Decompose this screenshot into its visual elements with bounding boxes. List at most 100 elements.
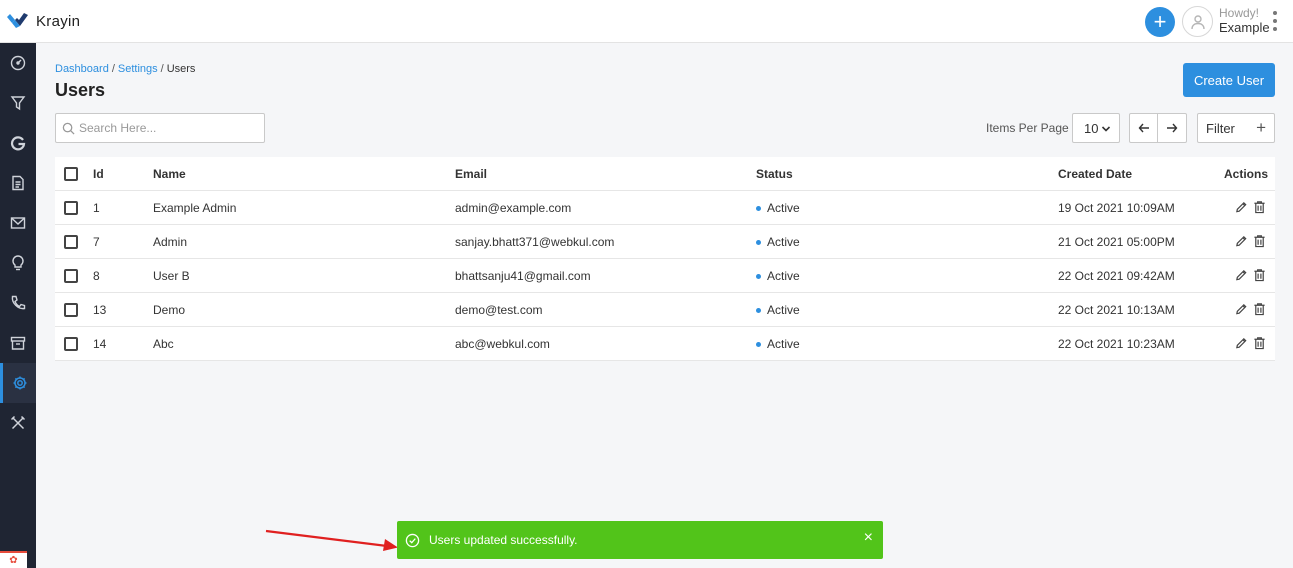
sidebar-item-products[interactable] [0,323,36,363]
breadcrumb-dashboard-link[interactable]: Dashboard [55,63,109,75]
greeting-label: Howdy! [1219,6,1260,20]
cell-id: 14 [93,337,107,351]
edit-icon[interactable] [1235,200,1248,214]
status-label: Active [767,303,800,317]
breadcrumb-current: Users [166,63,196,75]
trash-icon[interactable] [1253,200,1266,214]
settings-icon [13,376,26,390]
column-header-status[interactable]: Status [756,157,793,191]
cell-name: User B [153,269,190,283]
status-label: Active [767,337,800,351]
avatar[interactable] [1182,6,1213,37]
status-dot [756,341,761,347]
prev-page-button[interactable] [1129,113,1158,143]
lightbulb-icon [12,255,24,271]
items-per-page-select[interactable]: 10 [1072,113,1120,143]
sidebar-item-google[interactable] [0,123,36,163]
edit-icon[interactable] [1235,234,1248,248]
sidebar-item-quotes[interactable] [0,163,36,203]
cell-name: Abc [153,337,174,351]
status-dot [756,273,761,279]
status-label: Active [767,269,800,283]
brand-logo[interactable]: Krayin [6,11,80,31]
select-all-checkbox[interactable] [64,167,78,181]
mail-icon [10,217,26,229]
sidebar-item-activities[interactable] [0,243,36,283]
cell-created-date: 21 Oct 2021 05:00PM [1058,235,1175,249]
edit-icon[interactable] [1235,336,1248,350]
row-checkbox[interactable] [64,303,78,317]
plus-icon: + [1256,118,1266,137]
column-header-email[interactable]: Email [455,157,487,191]
column-header-name[interactable]: Name [153,157,186,191]
arrow-right-icon [1167,123,1178,133]
arrow-left-icon [1138,123,1149,133]
filter-icon [10,96,26,111]
users-table: Id Name Email Status Created Date Action… [55,157,1275,361]
items-per-page-value: 10 [1084,120,1099,136]
search-input[interactable] [79,121,259,135]
trash-icon[interactable] [1253,302,1266,316]
table-row: 1 Example Admin admin@example.com Active… [55,191,1275,225]
sidebar-item-configuration[interactable] [0,403,36,443]
table-row: 8 User B bhattsanju41@gmail.com Active 2… [55,259,1275,293]
next-page-button[interactable] [1158,113,1187,143]
cell-status: Active [756,293,800,327]
cell-email: bhattsanju41@gmail.com [455,269,591,283]
bottom-badge-icon: ✿ [0,551,27,568]
archive-icon [10,336,26,350]
cell-status: Active [756,191,800,225]
cell-status: Active [756,259,800,293]
cell-name: Example Admin [153,201,237,215]
row-checkbox[interactable] [64,337,78,351]
sidebar-item-settings[interactable] [0,363,36,403]
cell-email: demo@test.com [455,303,543,317]
toast-message: Users updated successfully. [429,533,578,547]
row-checkbox[interactable] [64,269,78,283]
status-label: Active [767,235,800,249]
row-checkbox[interactable] [64,235,78,249]
quick-add-button[interactable]: + [1145,7,1175,37]
current-user-name[interactable]: Example [1219,20,1270,35]
search-box [55,113,265,143]
dashboard-icon [10,55,26,71]
cell-created-date: 22 Oct 2021 10:23AM [1058,337,1175,351]
sidebar-item-contacts[interactable] [0,283,36,323]
cell-id: 7 [93,235,100,249]
sidebar-item-leads[interactable] [0,83,36,123]
create-user-button[interactable]: Create User [1183,63,1275,97]
row-actions [1235,234,1266,248]
table-row: 14 Abc abc@webkul.com Active 22 Oct 2021… [55,327,1275,361]
sidebar-item-dashboard[interactable] [0,43,36,83]
items-per-page-label: Items Per Page [986,121,1069,135]
trash-icon[interactable] [1253,234,1266,248]
edit-icon[interactable] [1235,268,1248,282]
cell-created-date: 22 Oct 2021 10:13AM [1058,303,1175,317]
trash-icon[interactable] [1253,268,1266,282]
table-row: 13 Demo demo@test.com Active 22 Oct 2021… [55,293,1275,327]
trash-icon[interactable] [1253,336,1266,350]
user-icon [1190,14,1205,29]
status-dot [756,307,761,313]
cell-created-date: 22 Oct 2021 09:42AM [1058,269,1175,283]
edit-icon[interactable] [1235,302,1248,316]
cell-email: abc@webkul.com [455,337,550,351]
table-header-row: Id Name Email Status Created Date Action… [55,157,1275,191]
row-actions [1235,268,1266,282]
status-dot [756,205,761,211]
kebab-icon[interactable] [1270,10,1280,32]
filter-button[interactable]: Filter + [1197,113,1275,143]
plus-icon: + [1153,9,1167,34]
breadcrumb-settings-link[interactable]: Settings [118,63,158,75]
column-header-created-date[interactable]: Created Date [1058,157,1132,191]
cell-id: 13 [93,303,107,317]
cell-email: sanjay.bhatt371@webkul.com [455,235,615,249]
row-checkbox[interactable] [64,201,78,215]
close-icon[interactable]: × [864,530,873,546]
column-header-id[interactable]: Id [93,157,104,191]
breadcrumb-separator: / [160,63,164,75]
filter-label: Filter [1206,120,1235,136]
sidebar-item-mail[interactable] [0,203,36,243]
cell-id: 1 [93,201,100,215]
column-header-actions: Actions [1223,167,1268,181]
